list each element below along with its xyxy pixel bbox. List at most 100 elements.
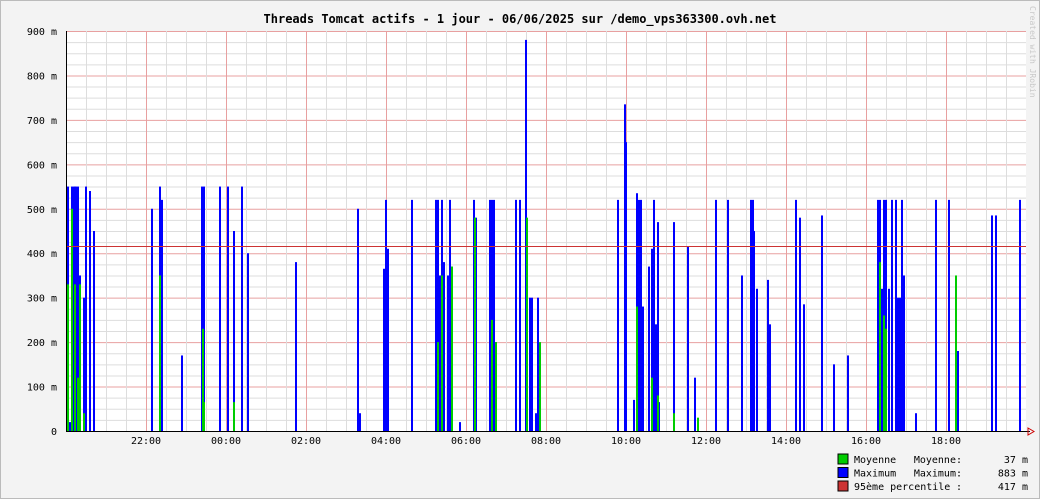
legend-swatch [837,480,849,492]
bar-maximum [93,231,95,431]
bar-maximum [799,217,801,431]
y-tick-label: 700 m [27,116,57,127]
bar-maximum [935,199,937,431]
chart-title: Threads Tomcat actifs - 1 jour - 06/06/2… [264,12,777,27]
bar-average [474,217,476,431]
legend-stat-label: Moyenne: [914,455,962,466]
bar-maximum [756,288,758,431]
legend-stat-label: Maximum: [914,469,962,480]
bar-maximum [69,422,71,431]
bar-average [233,402,235,431]
bar-maximum [897,297,899,431]
bar-maximum [443,262,445,431]
x-tick-label: 16:00 [851,436,881,447]
legend-value: 883 m [998,469,1028,480]
bar-maximum [537,297,539,431]
bar-average [657,395,659,431]
legend-swatch [837,453,849,465]
legend-value: 417 m [998,482,1028,493]
bar-maximum [715,199,717,431]
bar-maximum [181,355,183,431]
bar-average [491,319,493,431]
x-tick-label: 10:00 [611,436,641,447]
bar-maximum [795,199,797,431]
bar-maximum [359,413,361,431]
y-tick-label: 900 m [27,27,57,38]
x-tick-label: 22:00 [131,436,161,447]
x-tick-label: 06:00 [451,436,481,447]
bar-maximum [903,275,905,431]
x-tick-label: 04:00 [371,436,401,447]
bar-maximum [295,262,297,431]
bar-average [441,275,443,431]
x-tick-label: 14:00 [771,436,801,447]
bar-maximum [895,199,897,431]
y-tick-label: 500 m [27,205,57,216]
legend-label: Maximum [854,469,896,480]
bar-average [71,208,73,431]
bar-average [495,342,497,431]
bar-maximum [847,355,849,431]
bar-maximum [247,253,249,431]
chart-watermark: Created with JRobin [1028,6,1037,98]
legend-label: 95ème percentile [854,481,950,493]
bar-maximum [617,199,619,431]
y-tick-label: 100 m [27,383,57,394]
bar-average [77,377,79,431]
y-tick-label: 600 m [27,160,57,171]
bar-maximum [769,324,771,431]
bar-maximum [489,199,491,431]
bar-maximum [459,422,461,431]
bar-maximum [357,208,359,431]
bar-maximum [638,199,640,431]
bar-maximum [803,304,805,431]
bar-maximum [233,231,235,431]
bar-maximum [767,279,769,431]
x-tick-label: 12:00 [691,436,721,447]
bar-average [879,262,881,431]
bar-maximum [535,413,537,431]
legend-label: Moyenne [854,455,896,466]
bar-average [159,275,161,431]
bar-average [883,315,885,431]
bar-maximum [750,199,752,431]
bar-maximum [642,306,644,431]
bar-maximum [219,186,221,431]
y-tick-label: 300 m [27,294,57,305]
legend-swatch [837,467,849,478]
bar-maximum [529,297,531,431]
bar-average [67,284,69,431]
bar-maximum [435,199,437,431]
x-tick-label: 08:00 [531,436,561,447]
bar-maximum [515,199,517,431]
y-tick-label: 800 m [27,71,57,82]
bar-maximum [753,231,755,431]
bar-maximum [727,199,729,431]
legend-stat-label: : [956,482,962,493]
bar-maximum [833,364,835,431]
bar-maximum [241,186,243,431]
bar-average [83,413,85,431]
tomcat-threads-chart: Threads Tomcat actifs - 1 jour - 06/06/2… [0,0,1040,499]
bar-maximum [995,215,997,431]
bar-maximum [449,199,451,431]
bar-maximum [447,275,449,431]
bar-maximum [694,377,696,431]
bar-maximum [888,288,890,431]
bar-average [203,402,205,431]
legend-value: 37 m [1004,455,1028,466]
bar-maximum [891,199,893,431]
x-tick-label: 18:00 [931,436,961,447]
bar-maximum [633,399,635,431]
bar-maximum [655,324,657,431]
bar-maximum [161,199,163,431]
bar-maximum [877,199,879,431]
bar-average [651,377,653,431]
y-tick-label: 200 m [27,338,57,349]
bar-average [885,328,887,431]
bar-average [451,266,453,431]
y-tick-label: 0 [51,427,57,438]
bar-average [955,275,957,431]
bar-maximum [383,268,385,431]
bar-average [437,342,439,431]
